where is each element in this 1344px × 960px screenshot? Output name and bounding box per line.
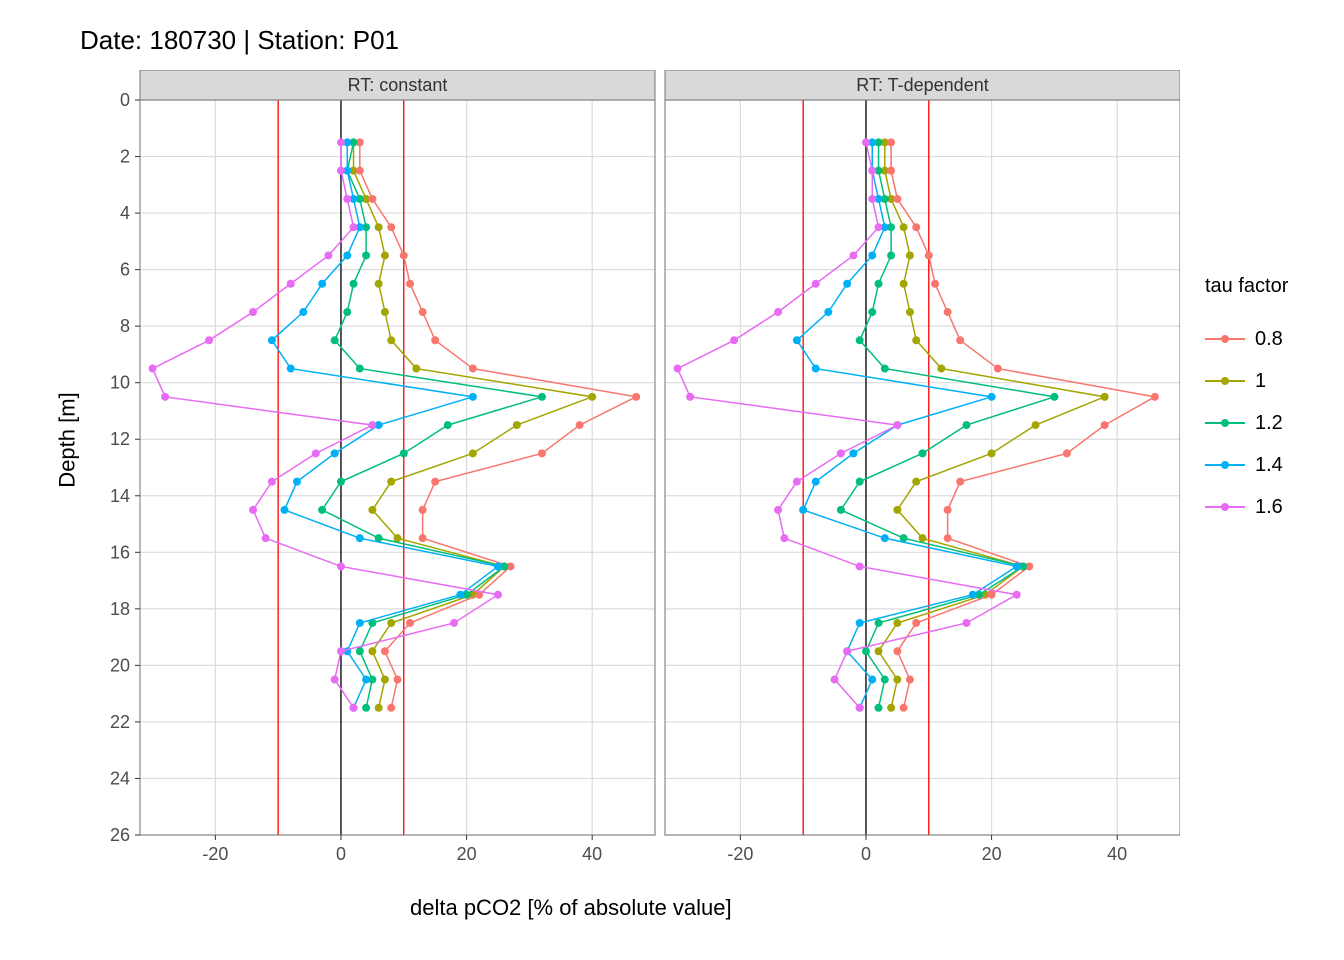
svg-text:0: 0 <box>336 844 346 864</box>
svg-text:26: 26 <box>110 825 130 845</box>
x-axis-label: delta pCO2 [% of absolute value] <box>410 895 732 921</box>
svg-text:0: 0 <box>861 844 871 864</box>
svg-text:RT: T-dependent: RT: T-dependent <box>856 75 988 95</box>
legend-swatch <box>1205 422 1245 424</box>
legend-swatch <box>1205 464 1245 466</box>
legend-item: 1.2 <box>1205 402 1288 444</box>
svg-text:8: 8 <box>120 316 130 336</box>
svg-text:-20: -20 <box>202 844 228 864</box>
legend-item: 0.8 <box>1205 318 1288 360</box>
legend-item: 1 <box>1205 360 1288 402</box>
svg-text:6: 6 <box>120 260 130 280</box>
svg-text:40: 40 <box>1107 844 1127 864</box>
legend-label: 0.8 <box>1255 328 1283 351</box>
svg-text:20: 20 <box>982 844 1002 864</box>
legend-label: 1.6 <box>1255 496 1283 519</box>
legend-label: 1 <box>1255 370 1266 393</box>
svg-text:12: 12 <box>110 429 130 449</box>
legend-label: 1.2 <box>1255 412 1283 435</box>
svg-text:0: 0 <box>120 90 130 110</box>
svg-text:40: 40 <box>582 844 602 864</box>
svg-text:24: 24 <box>110 768 130 788</box>
y-axis-label: Depth [m] <box>55 392 81 487</box>
facet-chart: RT: constant-2002040RT: T-dependent-2002… <box>100 70 1180 870</box>
legend-swatch <box>1205 338 1245 340</box>
svg-text:2: 2 <box>120 147 130 167</box>
svg-text:20: 20 <box>110 655 130 675</box>
svg-text:-20: -20 <box>727 844 753 864</box>
legend-label: 1.4 <box>1255 454 1283 477</box>
svg-text:18: 18 <box>110 599 130 619</box>
chart-panels: RT: constant-2002040RT: T-dependent-2002… <box>100 70 1180 870</box>
legend-swatch <box>1205 380 1245 382</box>
page-title: Date: 180730 | Station: P01 <box>80 25 399 56</box>
svg-text:10: 10 <box>110 373 130 393</box>
svg-text:20: 20 <box>457 844 477 864</box>
svg-text:22: 22 <box>110 712 130 732</box>
svg-text:RT: constant: RT: constant <box>348 75 448 95</box>
svg-text:14: 14 <box>110 486 130 506</box>
legend-item: 1.6 <box>1205 486 1288 528</box>
svg-text:16: 16 <box>110 542 130 562</box>
legend-title: tau factor <box>1205 275 1288 298</box>
legend-swatch <box>1205 506 1245 508</box>
legend-item: 1.4 <box>1205 444 1288 486</box>
svg-text:4: 4 <box>120 203 130 223</box>
legend: tau factor 0.8 1 1.2 1.4 1.6 <box>1205 275 1288 528</box>
